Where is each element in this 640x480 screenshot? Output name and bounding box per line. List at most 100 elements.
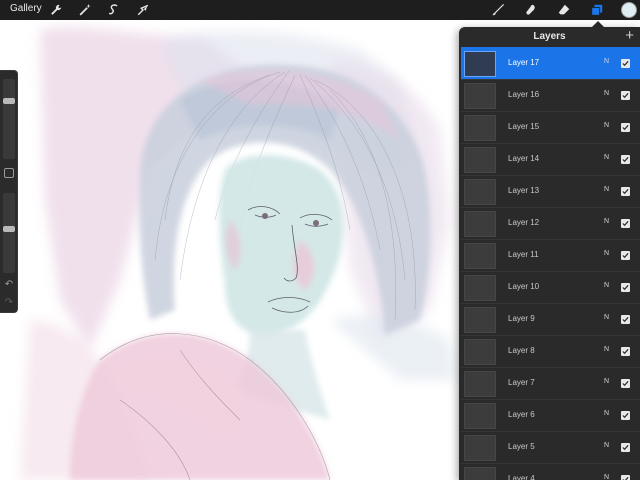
layer-thumbnail <box>464 211 496 237</box>
layer-row[interactable]: Layer 16 N <box>461 79 640 111</box>
layer-row[interactable]: Layer 17 N <box>461 47 640 79</box>
checkmark-icon <box>622 380 629 387</box>
smudge-icon[interactable] <box>523 2 539 18</box>
layers-panel: Layers + Layer 17 N Layer 16 N Layer 15 N Laye… <box>459 27 640 480</box>
visibility-checkbox[interactable] <box>621 475 630 480</box>
procreate-app: Gallery ↶ ↷ Layers + Layer 17 N Layer 16… <box>0 0 640 480</box>
opacity-slider[interactable] <box>3 193 15 273</box>
layer-thumbnail <box>464 403 496 429</box>
wrench-icon[interactable] <box>48 2 64 18</box>
layer-thumbnail <box>464 467 496 480</box>
eraser-icon[interactable] <box>556 2 572 18</box>
layer-name: Layer 14 <box>508 154 540 163</box>
layer-thumbnail <box>464 243 496 269</box>
layer-name: Layer 12 <box>508 218 540 227</box>
blend-mode-button[interactable]: N <box>604 474 609 480</box>
layer-name: Layer 5 <box>508 442 535 451</box>
neck-shoulder <box>70 330 330 480</box>
checkmark-icon <box>622 156 629 163</box>
visibility-checkbox[interactable] <box>621 379 630 388</box>
checkmark-icon <box>622 188 629 195</box>
layer-row[interactable]: Layer 10 N <box>461 271 640 303</box>
layer-row[interactable]: Layer 6 N <box>461 399 640 431</box>
blend-mode-button[interactable]: N <box>604 410 609 417</box>
layer-thumbnail <box>464 339 496 365</box>
brush-size-handle[interactable] <box>3 98 15 104</box>
opacity-handle[interactable] <box>3 226 15 232</box>
layer-name: Layer 7 <box>508 378 535 387</box>
gallery-button[interactable]: Gallery <box>10 3 42 14</box>
layer-thumbnail <box>464 275 496 301</box>
visibility-checkbox[interactable] <box>621 187 630 196</box>
top-toolbar: Gallery <box>0 0 640 20</box>
modify-button[interactable] <box>4 168 14 178</box>
layer-name: Layer 6 <box>508 410 535 419</box>
layer-thumbnail <box>464 115 496 141</box>
visibility-checkbox[interactable] <box>621 411 630 420</box>
visibility-checkbox[interactable] <box>621 59 630 68</box>
layer-thumbnail <box>464 435 496 461</box>
layer-row[interactable]: Layer 4 N <box>461 463 640 480</box>
color-picker-button[interactable] <box>620 1 638 19</box>
checkmark-icon <box>622 348 629 355</box>
layer-row[interactable]: Layer 11 N <box>461 239 640 271</box>
layers-title: Layers <box>533 31 566 42</box>
selection-icon[interactable] <box>106 2 122 18</box>
layer-row[interactable]: Layer 12 N <box>461 207 640 239</box>
layer-thumbnail <box>464 83 496 109</box>
checkmark-icon <box>622 92 629 99</box>
blend-mode-button[interactable]: N <box>604 250 609 257</box>
checkmark-icon <box>622 220 629 227</box>
layer-thumbnail <box>464 307 496 333</box>
blend-mode-button[interactable]: N <box>604 122 609 129</box>
layer-name: Layer 4 <box>508 474 535 480</box>
blend-mode-button[interactable]: N <box>604 378 609 385</box>
face <box>219 155 344 336</box>
visibility-checkbox[interactable] <box>621 283 630 292</box>
blend-mode-button[interactable]: N <box>604 282 609 289</box>
layer-name: Layer 17 <box>508 58 540 67</box>
visibility-checkbox[interactable] <box>621 251 630 260</box>
layer-row[interactable]: Layer 7 N <box>461 367 640 399</box>
checkmark-icon <box>622 284 629 291</box>
layer-name: Layer 15 <box>508 122 540 131</box>
layers-icon[interactable] <box>589 2 605 18</box>
layer-thumbnail <box>464 371 496 397</box>
blend-mode-button[interactable]: N <box>604 346 609 353</box>
checkmark-icon <box>622 252 629 259</box>
layers-header: Layers + <box>459 27 640 47</box>
checkmark-icon <box>622 476 629 480</box>
visibility-checkbox[interactable] <box>621 347 630 356</box>
blend-mode-button[interactable]: N <box>604 58 609 65</box>
blend-mode-button[interactable]: N <box>604 186 609 193</box>
blend-mode-button[interactable]: N <box>604 154 609 161</box>
layer-row[interactable]: Layer 14 N <box>461 143 640 175</box>
undo-icon[interactable]: ↶ <box>3 279 15 291</box>
blend-mode-button[interactable]: N <box>604 218 609 225</box>
layer-name: Layer 10 <box>508 282 540 291</box>
visibility-checkbox[interactable] <box>621 219 630 228</box>
layer-row[interactable]: Layer 15 N <box>461 111 640 143</box>
magic-wand-icon[interactable] <box>77 2 93 18</box>
redo-icon[interactable]: ↷ <box>3 297 15 309</box>
active-color-swatch <box>621 2 637 18</box>
transform-arrow-icon[interactable] <box>135 2 151 18</box>
layer-row[interactable]: Layer 5 N <box>461 431 640 463</box>
checkmark-icon <box>622 444 629 451</box>
layer-thumbnail <box>464 179 496 205</box>
visibility-checkbox[interactable] <box>621 443 630 452</box>
visibility-checkbox[interactable] <box>621 123 630 132</box>
visibility-checkbox[interactable] <box>621 91 630 100</box>
blend-mode-button[interactable]: N <box>604 442 609 449</box>
layer-row[interactable]: Layer 9 N <box>461 303 640 335</box>
layer-row[interactable]: Layer 13 N <box>461 175 640 207</box>
blend-mode-button[interactable]: N <box>604 90 609 97</box>
blend-mode-button[interactable]: N <box>604 314 609 321</box>
checkmark-icon <box>622 412 629 419</box>
brush-size-slider[interactable] <box>3 79 15 159</box>
visibility-checkbox[interactable] <box>621 315 630 324</box>
add-layer-button[interactable]: + <box>625 28 634 44</box>
brush-icon[interactable] <box>490 2 506 18</box>
layer-row[interactable]: Layer 8 N <box>461 335 640 367</box>
visibility-checkbox[interactable] <box>621 155 630 164</box>
